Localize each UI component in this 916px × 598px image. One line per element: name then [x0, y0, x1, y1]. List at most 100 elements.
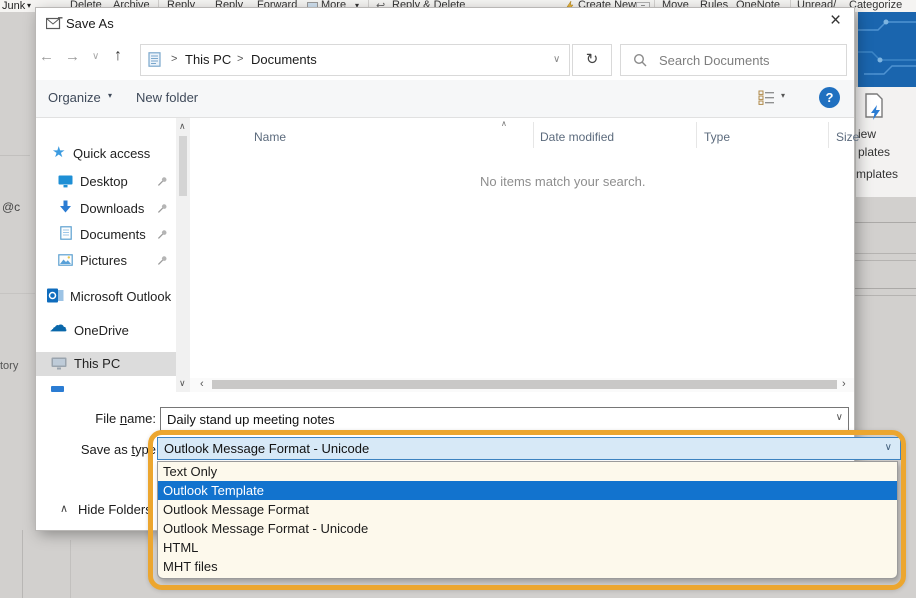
- scroll-up-icon[interactable]: ∧: [179, 121, 186, 132]
- save-as-type-label-text: Save as: [81, 442, 132, 457]
- column-header-date-modified[interactable]: Date modified: [540, 130, 614, 144]
- file-name-label-text: ame:: [127, 411, 156, 426]
- sidebar-item-microsoft-outlook[interactable]: Microsoft Outlook: [36, 285, 176, 309]
- scroll-left-icon[interactable]: ‹: [200, 378, 204, 390]
- view-mode-caret-icon[interactable]: ▾: [781, 91, 785, 100]
- ribbon-junk[interactable]: Junk: [2, 0, 25, 12]
- divider: [0, 293, 36, 294]
- sort-ascending-icon[interactable]: ∧: [501, 119, 507, 128]
- sidebar-item-label: Quick access: [73, 146, 150, 161]
- organize-button[interactable]: Organize: [48, 90, 101, 105]
- nav-forward-icon[interactable]: →: [65, 48, 80, 65]
- empty-folder-message: No items match your search.: [480, 174, 645, 189]
- column-header-type[interactable]: Type: [704, 130, 730, 144]
- column-header-name[interactable]: Name: [254, 130, 286, 144]
- divider: [70, 540, 71, 598]
- breadcrumb-documents[interactable]: Documents: [251, 52, 317, 67]
- help-button[interactable]: ?: [819, 87, 840, 108]
- view-templates-label: iew: [858, 127, 876, 141]
- address-bar[interactable]: > This PC > Documents ∨: [140, 44, 570, 76]
- sidebar-item-pictures[interactable]: Pictures: [36, 249, 176, 273]
- search-input[interactable]: [657, 49, 841, 71]
- scroll-down-icon[interactable]: ∨: [179, 378, 186, 389]
- folder-tree: ★ Quick access Desktop Downloads: [36, 118, 190, 402]
- pin-icon: [157, 176, 168, 187]
- file-name-combobox[interactable]: ∨: [160, 407, 849, 431]
- refresh-button[interactable]: ↻: [572, 44, 612, 76]
- downloads-icon: [59, 200, 72, 214]
- breadcrumb-separator-icon[interactable]: >: [237, 53, 243, 65]
- hide-folders-chevron-icon[interactable]: ∧: [60, 502, 68, 515]
- divider: [854, 222, 916, 223]
- view-templates-button[interactable]: iew plates mplates: [856, 87, 916, 197]
- option-text-only[interactable]: Text Only: [158, 462, 897, 481]
- save-as-type-label-text: ype: [135, 442, 156, 457]
- divider: [22, 530, 23, 598]
- sidebar-item-quick-access[interactable]: ★ Quick access: [36, 142, 176, 166]
- onedrive-cloud-icon: ☁: [50, 316, 67, 336]
- option-outlook-template[interactable]: Outlook Template: [158, 481, 897, 500]
- outlook-icon: [47, 288, 64, 303]
- divider: [854, 260, 916, 261]
- background-left-panel: @c tory: [0, 12, 36, 598]
- address-dropdown-chevron-icon[interactable]: ∨: [553, 54, 560, 65]
- sidebar-item-label: Documents: [80, 227, 146, 242]
- nav-up-icon[interactable]: ↑: [114, 47, 122, 65]
- nav-back-icon[interactable]: ←: [39, 48, 54, 65]
- star-icon: ★: [52, 143, 65, 161]
- divider: [854, 295, 916, 296]
- sidebar-item-onedrive[interactable]: ☁ OneDrive: [36, 319, 176, 343]
- sidebar-item-label: Downloads: [80, 201, 144, 216]
- save-as-type-combobox[interactable]: Outlook Message Format - Unicode ∨: [157, 437, 901, 460]
- ribbon-categorize[interactable]: Categorize: [849, 0, 902, 11]
- sidebar-item-label: OneDrive: [74, 323, 129, 338]
- pin-icon: [157, 255, 168, 266]
- option-mht-files[interactable]: MHT files: [158, 557, 897, 576]
- breadcrumb-this-pc[interactable]: This PC: [185, 52, 231, 67]
- option-html[interactable]: HTML: [158, 538, 897, 557]
- column-divider[interactable]: [533, 122, 534, 148]
- my-templates-label: mplates: [856, 167, 898, 181]
- scrollbar-thumb[interactable]: [179, 136, 187, 196]
- divider: [854, 253, 916, 254]
- refresh-icon: ↻: [586, 51, 599, 68]
- search-box[interactable]: [620, 44, 847, 76]
- save-as-type-label: Save as type: [36, 442, 156, 457]
- tree-vertical-scrollbar[interactable]: ∧ ∨: [176, 118, 190, 392]
- column-divider[interactable]: [828, 122, 829, 148]
- scroll-right-icon[interactable]: ›: [842, 378, 846, 390]
- screen: Delete Archive Reply Reply Forward More …: [0, 0, 916, 598]
- file-list-horizontal-scrollbar[interactable]: ‹ ›: [190, 378, 854, 392]
- sidebar-item-desktop[interactable]: Desktop: [36, 170, 176, 194]
- column-header-size[interactable]: Size: [836, 130, 859, 144]
- save-as-type-listbox: Text Only Outlook Template Outlook Messa…: [157, 461, 898, 579]
- file-name-chevron-icon[interactable]: ∨: [836, 412, 843, 423]
- divider: [854, 288, 916, 289]
- pin-icon: [157, 203, 168, 214]
- folder-location-icon: [148, 52, 161, 67]
- file-name-input[interactable]: [165, 409, 809, 429]
- sidebar-item-partial[interactable]: [36, 380, 176, 402]
- file-name-label-accesskey: n: [120, 411, 127, 426]
- hide-folders-button[interactable]: Hide Folders: [78, 502, 152, 517]
- close-icon[interactable]: ×: [830, 11, 841, 30]
- new-folder-button[interactable]: New folder: [136, 90, 198, 105]
- help-icon: ?: [826, 90, 834, 105]
- sidebar-item-downloads[interactable]: Downloads: [36, 197, 176, 221]
- view-mode-icon[interactable]: [758, 90, 775, 105]
- sidebar-item-label: Microsoft Outlook: [70, 289, 171, 304]
- option-outlook-message-format-unicode[interactable]: Outlook Message Format - Unicode: [158, 519, 897, 538]
- sidebar-item-this-pc[interactable]: This PC: [36, 352, 176, 376]
- column-divider[interactable]: [696, 122, 697, 148]
- divider: [0, 155, 30, 156]
- file-name-label-text: File: [95, 411, 120, 426]
- background-text-fragment: @c: [2, 200, 20, 214]
- option-outlook-message-format[interactable]: Outlook Message Format: [158, 500, 897, 519]
- breadcrumb-separator-icon[interactable]: >: [171, 53, 177, 65]
- pin-icon: [157, 229, 168, 240]
- organize-caret-icon: ▾: [108, 91, 112, 100]
- nav-history-chevron-icon[interactable]: ∨: [92, 51, 99, 62]
- sidebar-item-documents[interactable]: Documents: [36, 223, 176, 247]
- scrollbar-thumb[interactable]: [212, 380, 837, 389]
- save-as-type-chevron-icon[interactable]: ∨: [885, 442, 892, 453]
